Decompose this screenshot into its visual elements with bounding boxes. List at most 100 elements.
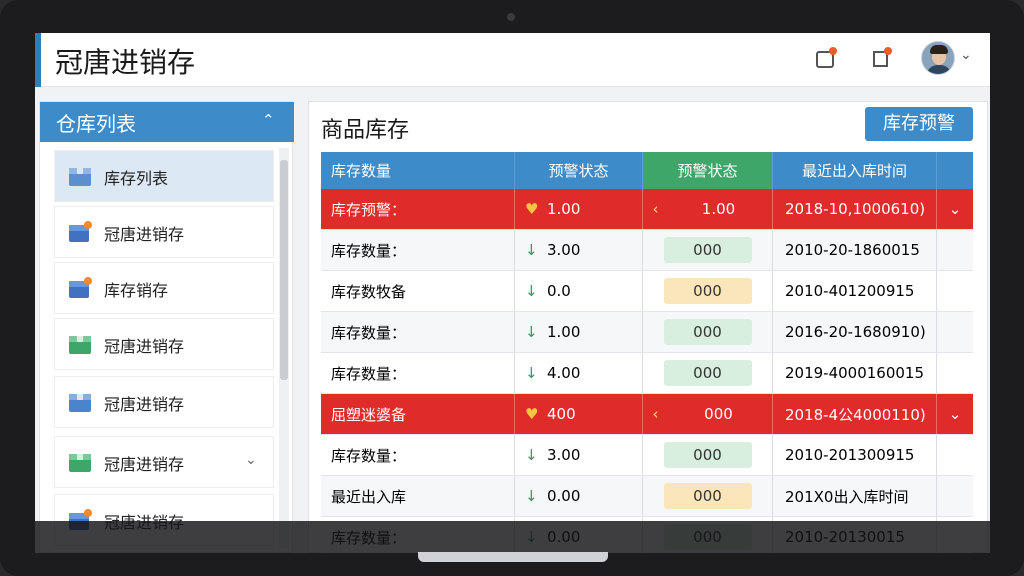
- last-movement-time-cell: 2018-4公4000110): [773, 394, 937, 434]
- sidebar-scrollbar[interactable]: [279, 148, 289, 548]
- arrow-down-icon: ↓: [525, 241, 538, 259]
- table-row[interactable]: 库存数量： ↓ 4.00 000 2019-4000160015: [321, 353, 973, 394]
- quantity-cell: ♥ 1.00: [515, 189, 643, 229]
- webcam: [507, 13, 515, 21]
- avatar-hair: [930, 45, 948, 54]
- status-badge: 000: [663, 360, 752, 386]
- warning-status-cell: ‹ 1.00: [643, 189, 773, 229]
- row-spacer: [937, 230, 973, 270]
- table-row[interactable]: 库存数量： ↓ 3.00 000 2010-20130091​5: [321, 435, 973, 476]
- chevron-down-icon[interactable]: ⌄: [937, 394, 973, 434]
- arrow-down-icon: ↓: [525, 364, 538, 382]
- quantity-cell: ↓ 0.0: [515, 271, 643, 311]
- inventory-table: 库存数量 预警状态 预警状态 最近出入库时间 库存预警： ♥ 1.00 ‹ 1.00 20…: [321, 152, 973, 553]
- row-spacer: [937, 353, 973, 393]
- warning-status-cell: 000: [643, 312, 773, 352]
- quantity-cell: ♥ 400: [515, 394, 643, 434]
- box-alert-icon[interactable]: [813, 46, 839, 72]
- arrow-down-icon: ↓: [525, 446, 538, 464]
- status-badge: 000: [663, 442, 752, 468]
- item-name-cell: 库存数量：: [321, 312, 515, 352]
- top-bar: 冠唐进销存 ⌄: [35, 33, 990, 87]
- app-screen: 冠唐进销存 ⌄ 仓库列表 ⌃ 库存列表 冠唐进销存 库存销存 冠唐进销存 冠唐进…: [35, 33, 990, 553]
- table-row-alert[interactable]: 屈塑迷婆备 ♥ 400 ‹ 000 2018-4公4000110) ⌄: [321, 394, 973, 435]
- stock-warning-button[interactable]: 库存预警: [865, 107, 973, 141]
- sidebar-header[interactable]: 仓库列表 ⌃: [40, 102, 294, 142]
- warehouse-sidebar: 仓库列表 ⌃ 库存列表 冠唐进销存 库存销存 冠唐进销存 冠唐进销存 冠唐进销存…: [39, 101, 294, 553]
- row-spacer: [937, 312, 973, 352]
- item-name-cell: 库存数牧备: [321, 271, 515, 311]
- last-movement-time-cell: 2010-40120091​5: [773, 271, 937, 311]
- quantity-cell: ↓ 0.00: [515, 476, 643, 516]
- quantity-value: 4.00: [547, 364, 581, 382]
- quantity-value: 3.00: [547, 446, 581, 464]
- outbound-box-icon: [69, 277, 92, 298]
- sidebar-item-label: 库存列表: [104, 169, 169, 188]
- chevron-down-icon[interactable]: ⌄: [245, 452, 257, 468]
- table-header: 库存数量 预警状态 预警状态 最近出入库时间: [321, 152, 973, 189]
- green-box-icon: [69, 336, 91, 354]
- quantity-value: 0.0: [547, 282, 571, 300]
- quantity-value: 400: [547, 405, 576, 423]
- quantity-value: 0.00: [547, 487, 581, 505]
- arrow-down-icon: ↓: [525, 323, 538, 341]
- chevron-down-icon[interactable]: ⌄: [960, 47, 972, 63]
- status-badge: 000: [663, 278, 752, 304]
- column-header[interactable]: 库存数量: [321, 152, 515, 189]
- status-badge: 000: [704, 405, 733, 423]
- status-badge: 000: [663, 237, 752, 263]
- warning-status-cell: ‹ 000: [643, 394, 773, 434]
- item-name-cell: 最近出入库: [321, 476, 515, 516]
- column-header[interactable]: 最近出入库时间: [773, 152, 937, 189]
- sidebar-item-inventory-list[interactable]: 库存列表: [54, 150, 274, 202]
- warning-status-cell: 000: [643, 271, 773, 311]
- table-row[interactable]: 最近出入库 ↓ 0.00 000 201X0出入库时间: [321, 476, 973, 517]
- column-header[interactable]: 预警状态: [515, 152, 643, 189]
- chevron-down-icon[interactable]: ⌄: [937, 189, 973, 229]
- item-name-cell: 库存数量：: [321, 353, 515, 393]
- quantity-value: 1.00: [547, 323, 581, 341]
- last-movement-time-cell: 2010-20-1860015: [773, 230, 937, 270]
- page-title: 商品库存: [321, 118, 410, 143]
- sidebar-item-2[interactable]: 库存销存: [54, 262, 274, 314]
- tag-alert-icon[interactable]: [869, 46, 895, 72]
- row-spacer: [937, 476, 973, 516]
- row-spacer: [937, 271, 973, 311]
- sidebar-item-label: 冠唐进销存: [104, 455, 185, 474]
- sidebar-item-label: 冠唐进销存: [104, 395, 185, 414]
- arrow-down-icon: ↓: [525, 282, 538, 300]
- table-row[interactable]: 库存数牧备 ↓ 0.0 000 2010-40120091​5: [321, 271, 973, 312]
- column-header-spacer: [937, 152, 973, 189]
- table-row-alert[interactable]: 库存预警： ♥ 1.00 ‹ 1.00 2018-10,1000610) ⌄: [321, 189, 973, 230]
- item-name-cell: 库存数量：: [321, 230, 515, 270]
- chevron-left-icon: ‹: [652, 405, 659, 423]
- table-body: 库存预警： ♥ 1.00 ‹ 1.00 2018-10,1000610) ⌄ 库存数量： ↓ 3.…: [321, 189, 973, 553]
- scrollbar-thumb[interactable]: [280, 160, 288, 380]
- laptop-hinge: [418, 552, 608, 562]
- table-row[interactable]: 库存数量： ↓ 3.00 000 2010-20-1860015: [321, 230, 973, 271]
- chevron-up-icon[interactable]: ⌃: [262, 111, 275, 129]
- sidebar-item-label: 冠唐进销存: [104, 337, 185, 356]
- avatar[interactable]: [921, 41, 955, 75]
- avatar-body: [926, 65, 952, 74]
- quantity-value: 3.00: [547, 241, 581, 259]
- quantity-cell: ↓ 1.00: [515, 312, 643, 352]
- sidebar-item-1[interactable]: 冠唐进销存: [54, 206, 274, 258]
- heart-icon: ♥: [525, 405, 539, 423]
- quantity-value: 1.00: [547, 200, 581, 218]
- status-badge: 000: [663, 319, 752, 345]
- sidebar-item-3[interactable]: 冠唐进销存: [54, 318, 274, 370]
- bottom-shadow: [35, 521, 990, 553]
- status-badge: 1.00: [701, 200, 736, 218]
- status-badge: 000: [663, 483, 752, 509]
- box-icon: [69, 168, 91, 186]
- column-header[interactable]: 预警状态: [643, 152, 773, 189]
- inventory-panel: 商品库存 库存预警 库存数量 预警状态 预警状态 最近出入库时间 库存预警： ♥ 1…: [308, 101, 988, 553]
- table-row[interactable]: 库存数量： ↓ 1.00 000 2016-20-1680910): [321, 312, 973, 353]
- green-box-icon: [69, 454, 91, 472]
- brand-accent-bar: [35, 33, 41, 87]
- sidebar-item-5[interactable]: 冠唐进销存 ⌄: [54, 436, 274, 488]
- arrow-down-icon: ↓: [525, 487, 538, 505]
- quantity-cell: ↓ 3.00: [515, 435, 643, 475]
- sidebar-item-4[interactable]: 冠唐进销存: [54, 376, 274, 428]
